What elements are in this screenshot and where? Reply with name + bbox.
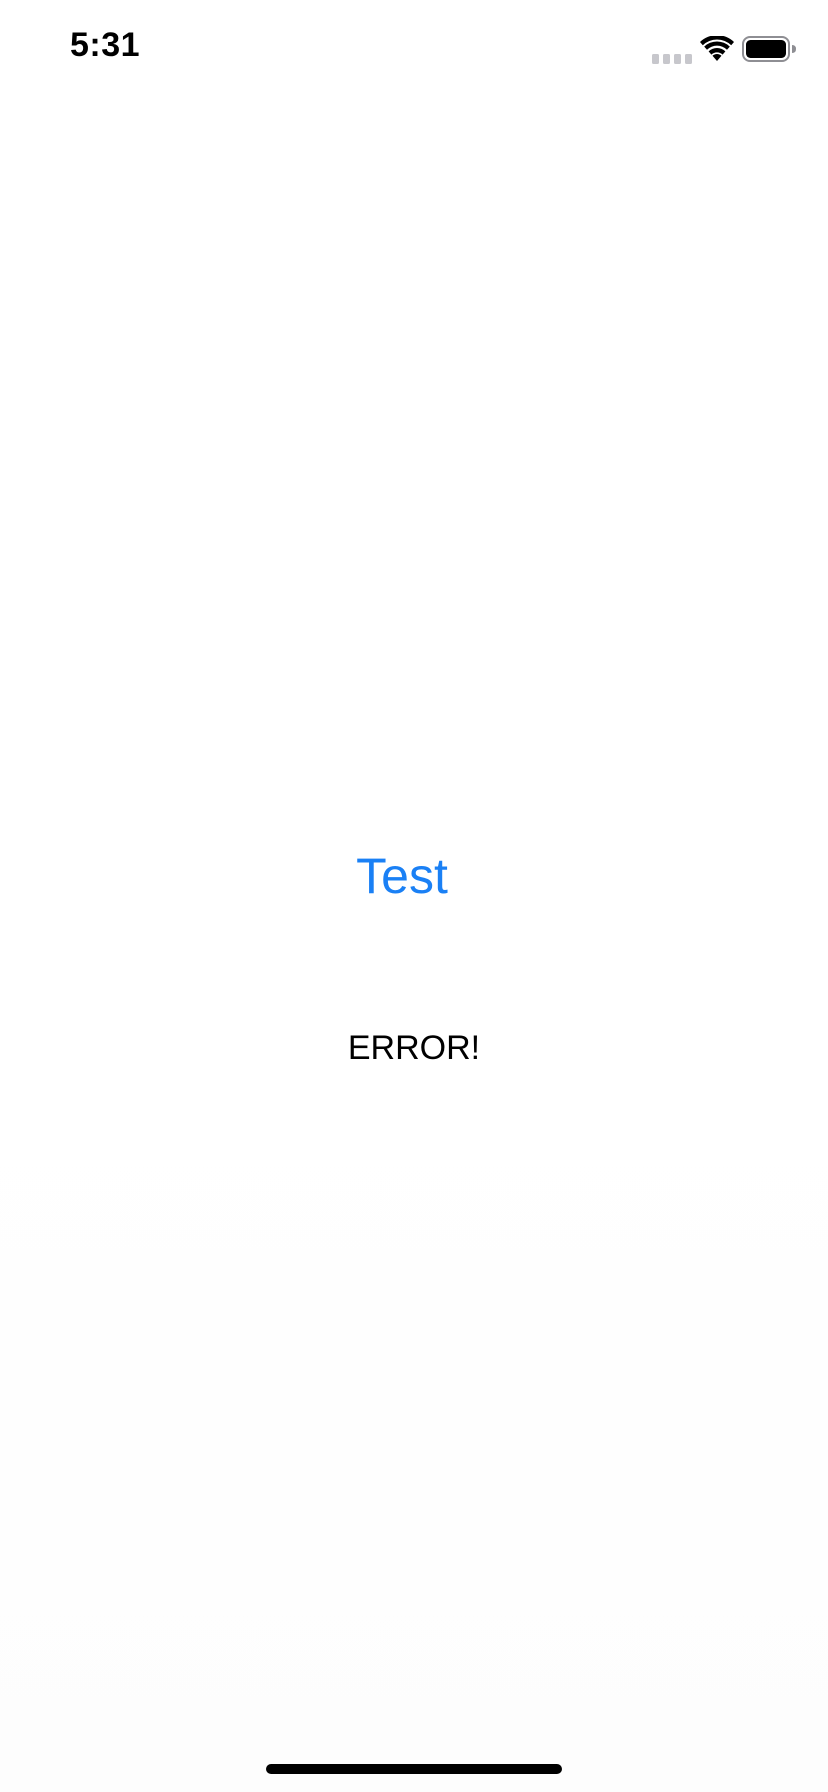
status-time: 5:31	[70, 26, 141, 64]
test-button[interactable]: Test	[0, 843, 816, 909]
error-message: ERROR!	[347, 1029, 481, 1067]
home-indicator[interactable]	[266, 1764, 562, 1774]
app-screen: 5:31 Test ERROR!	[0, 0, 828, 1792]
wifi-icon	[700, 36, 734, 61]
status-bar: 5:31	[0, 0, 828, 100]
cellular-signal-icon	[652, 54, 692, 64]
battery-icon	[742, 36, 796, 62]
